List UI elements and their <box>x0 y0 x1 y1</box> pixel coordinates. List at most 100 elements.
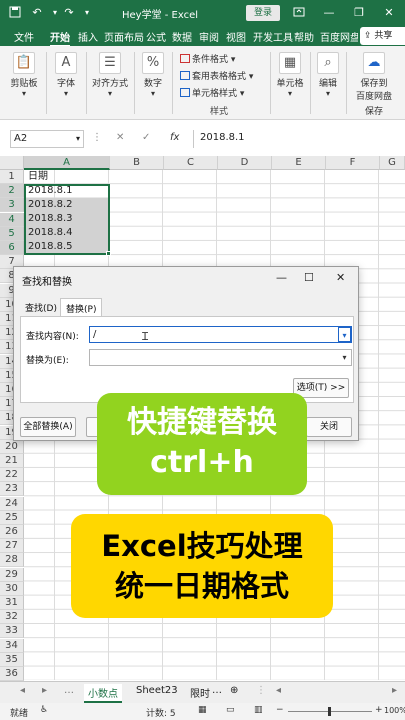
row-header[interactable]: 32 <box>0 610 24 625</box>
cell-a3[interactable]: 2018.8.2 <box>25 198 109 212</box>
normal-view-icon[interactable]: ▦ <box>198 705 207 715</box>
tab-help[interactable]: 帮助 <box>294 29 314 44</box>
scroll-left-icon[interactable]: ◂ <box>272 684 285 697</box>
row-header[interactable]: 22 <box>0 468 24 483</box>
tab-home[interactable]: 开始 <box>50 29 70 47</box>
fill-handle[interactable] <box>106 251 111 256</box>
save-baidu-group[interactable]: ☁ 保存到 百度网盘 保存 <box>348 46 400 120</box>
row-header[interactable]: 21 <box>0 454 24 468</box>
sheet-tab[interactable]: Sheet23 <box>132 684 182 697</box>
column-header-g[interactable]: G <box>380 156 405 170</box>
cell-a4[interactable]: 2018.8.3 <box>25 212 109 226</box>
row-header[interactable]: 36 <box>0 667 24 681</box>
font-group[interactable]: A 字体 ▾ <box>48 46 84 120</box>
minimize-icon[interactable]: — <box>276 271 287 284</box>
tab-data[interactable]: 数据 <box>172 29 192 44</box>
zoom-in-icon[interactable]: + <box>375 705 383 715</box>
row-header[interactable]: 33 <box>0 624 24 639</box>
scroll-left-icon[interactable]: ◂ <box>16 684 29 697</box>
clipboard-group[interactable]: 📋 剪贴板 ▾ <box>4 46 44 120</box>
row-header[interactable]: 30 <box>0 581 24 596</box>
cell-a5[interactable]: 2018.8.4 <box>25 226 109 240</box>
tab-review[interactable]: 审阅 <box>199 29 219 44</box>
options-icon[interactable]: ⋮ <box>252 684 270 697</box>
customize-qat-icon[interactable]: ▾ <box>80 6 94 20</box>
chevron-down-icon[interactable]: ▾ <box>338 350 351 365</box>
cell-a2[interactable]: 2018.8.1 <box>25 184 109 198</box>
tab-view[interactable]: 视图 <box>226 29 246 44</box>
replace-all-button[interactable]: 全部替换(A) <box>20 417 76 437</box>
zoom-slider[interactable] <box>288 707 372 716</box>
page-break-icon[interactable]: ▥ <box>254 705 263 715</box>
replace-input[interactable]: ▾ <box>89 349 352 366</box>
column-header-a[interactable]: A <box>24 156 110 170</box>
more-sheets-icon[interactable]: … <box>60 684 78 697</box>
cells-group[interactable]: ▦ 单元格 ▾ <box>272 46 308 120</box>
row-header[interactable]: 5 <box>0 226 24 241</box>
add-sheet-icon[interactable]: ⊕ <box>226 684 242 697</box>
select-all-corner[interactable] <box>0 156 24 170</box>
zoom-slider-thumb[interactable] <box>328 707 331 716</box>
row-header[interactable]: 6 <box>0 241 24 255</box>
table-format-button[interactable]: 套用表格格式 ▾ <box>180 69 253 82</box>
scroll-right-icon[interactable]: ▸ <box>38 684 51 697</box>
minimize-icon[interactable]: — <box>322 6 336 20</box>
find-input[interactable]: / Ɪ ▾ <box>89 326 352 343</box>
undo-icon[interactable]: ↶ <box>30 6 44 20</box>
row-header[interactable]: 25 <box>0 510 24 525</box>
cell-style-button[interactable]: 单元格样式 ▾ <box>180 86 244 99</box>
row-header[interactable]: 4 <box>0 212 24 227</box>
more-sheets-icon[interactable]: … <box>208 684 226 697</box>
number-group[interactable]: % 数字 ▾ <box>136 46 170 120</box>
row-header[interactable]: 26 <box>0 525 24 539</box>
alignment-group[interactable]: ☰ 对齐方式 ▾ <box>88 46 132 120</box>
cell-a1[interactable]: 日期 <box>25 170 109 184</box>
close-icon[interactable]: ✕ <box>336 271 345 284</box>
scroll-right-icon[interactable]: ▸ <box>388 684 401 697</box>
confirm-icon[interactable]: ✓ <box>142 132 150 143</box>
row-header[interactable]: 35 <box>0 652 24 667</box>
page-layout-icon[interactable]: ▭ <box>226 705 235 715</box>
edit-group[interactable]: ⌕ 编辑 ▾ <box>312 46 344 120</box>
column-header-e[interactable]: E <box>272 156 326 170</box>
tab-find[interactable]: 查找(D) <box>20 298 62 317</box>
tab-baidu-netdisk[interactable]: 百度网盘 <box>320 29 358 44</box>
tab-developer[interactable]: 开发工具 <box>253 29 293 44</box>
row-header[interactable]: 1 <box>0 170 24 184</box>
ribbon-display-icon[interactable] <box>292 6 306 20</box>
tab-page-layout[interactable]: 页面布局 <box>104 29 144 44</box>
tab-replace[interactable]: 替换(P) <box>60 298 103 317</box>
cell-a6[interactable]: 2018.8.5 <box>25 240 109 254</box>
tab-insert[interactable]: 插入 <box>78 29 98 44</box>
column-header-c[interactable]: C <box>164 156 218 170</box>
zoom-level[interactable]: 100% <box>384 706 405 715</box>
column-header-b[interactable]: B <box>110 156 164 170</box>
maximize-icon[interactable]: ☐ <box>304 271 314 284</box>
formula-input[interactable]: 2018.8.1 <box>193 130 405 148</box>
save-icon[interactable] <box>8 6 22 20</box>
conditional-format-button[interactable]: 条件格式 ▾ <box>180 52 235 65</box>
login-button[interactable]: 登录 <box>246 5 280 21</box>
row-header[interactable]: 34 <box>0 638 24 653</box>
row-header[interactable]: 24 <box>0 496 24 511</box>
restore-icon[interactable]: ❐ <box>352 6 366 20</box>
row-header[interactable]: 31 <box>0 596 24 610</box>
row-header[interactable]: 29 <box>0 567 24 582</box>
sheet-tab-active[interactable]: 小数点 <box>84 684 122 703</box>
row-header[interactable]: 2 <box>0 184 24 199</box>
row-header[interactable]: 3 <box>0 198 24 213</box>
row-header[interactable]: 23 <box>0 482 24 497</box>
function-icon[interactable]: fx <box>170 132 179 143</box>
row-header[interactable]: 20 <box>0 439 24 454</box>
redo-icon[interactable]: ↷ <box>62 6 76 20</box>
name-box[interactable]: A2 ▾ <box>10 130 84 148</box>
undo-dropdown-icon[interactable]: ▾ <box>48 6 62 20</box>
tab-file[interactable]: 文件 <box>14 29 34 44</box>
close-button[interactable]: 关闭 <box>306 417 352 437</box>
accessibility-icon[interactable]: ♿ <box>40 705 48 715</box>
row-header[interactable]: 27 <box>0 539 24 554</box>
chevron-down-icon[interactable]: ▾ <box>338 327 351 342</box>
zoom-out-icon[interactable]: − <box>276 705 284 715</box>
close-window-icon[interactable]: ✕ <box>382 6 396 20</box>
row-header[interactable]: 28 <box>0 553 24 568</box>
